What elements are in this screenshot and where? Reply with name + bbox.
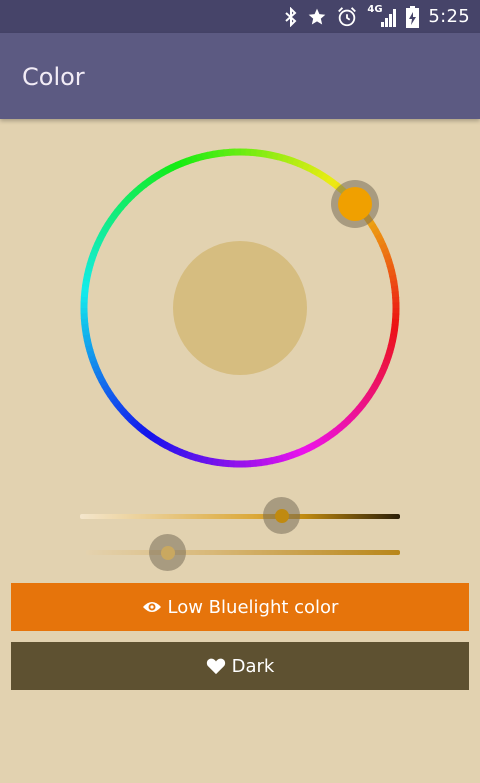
low-bluelight-color-label: Low Bluelight color (167, 596, 339, 618)
dark-label: Dark (231, 655, 275, 677)
intensity-slider-track[interactable] (86, 550, 400, 555)
low-bluelight-color-button[interactable]: Low Bluelight color (11, 583, 469, 631)
color-preview-circle (173, 241, 307, 375)
color-wheel-handle-dot (338, 187, 372, 221)
dark-button[interactable]: Dark (11, 642, 469, 690)
brightness-slider-thumb[interactable] (263, 497, 301, 534)
intensity-slider-thumb-dot (160, 545, 175, 560)
brightness-slider-track[interactable] (80, 514, 400, 519)
intensity-slider[interactable] (86, 531, 400, 575)
eye-icon (142, 600, 162, 614)
brightness-slider-thumb-dot (274, 508, 289, 523)
intensity-slider-thumb[interactable] (149, 534, 187, 571)
heart-icon (206, 657, 226, 675)
